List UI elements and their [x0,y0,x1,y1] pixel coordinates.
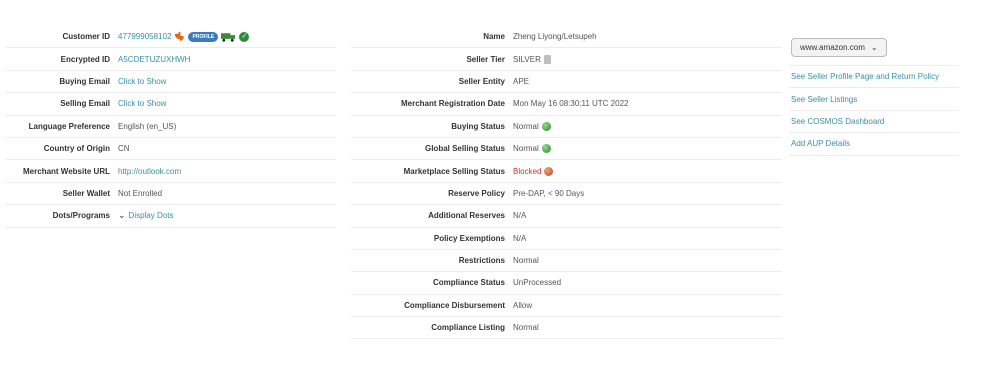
policy-exemptions-value: N/A [513,233,527,243]
actions-panel: www.amazon.com ⌄ See Seller Profile Page… [789,26,959,156]
reserve-policy-value: Pre-DAP, < 90 Days [513,188,585,198]
compliance-listing-value: Normal [513,323,539,333]
restrictions-value: Normal [513,256,539,266]
status-ok-icon [541,144,551,154]
silver-medal-icon [543,54,551,64]
seller-tier-label: Seller Tier [466,54,505,64]
additional-reserves-value: N/A [513,211,527,221]
country-of-origin-label: Country of Origin [43,144,110,154]
restrictions-label: Restrictions [458,256,505,266]
chevron-down-icon[interactable]: ⌄ [118,210,126,221]
registration-date-row: Merchant Registration Date Mon May 16 08… [351,93,782,116]
buying-email-label: Buying Email [59,76,110,86]
customer-info-panel: Customer ID 477999058102 PROFILE ✓ Encry… [6,26,336,228]
add-aup-details-link[interactable]: Add AUP Details [789,133,959,156]
compliance-listing-row: Compliance Listing Normal [351,317,782,340]
buying-email-show-link[interactable]: Click to Show [118,77,166,86]
policy-exemptions-row: Policy Exemptions N/A [351,228,782,250]
global-selling-status-row: Global Selling Status Normal [351,138,782,161]
reserve-policy-label: Reserve Policy [448,188,505,198]
compliance-status-value: UnProcessed [513,278,562,288]
seller-entity-label: Seller Entity [458,76,505,86]
encrypted-id-row: Encrypted ID A5CDETUZUXHWH [6,48,336,71]
marketplace-selling-status-row: Marketplace Selling Status Blocked [351,160,782,183]
restrictions-row: Restrictions Normal [351,250,782,273]
seller-status-panel: Name Zheng Liyong/Letsupeh Seller Tier S… [351,26,782,340]
compliance-listing-label: Compliance Listing [431,323,505,333]
buying-status-row: Buying Status Normal [351,116,782,138]
registration-date-label: Merchant Registration Date [400,99,505,109]
customer-id-row: Customer ID 477999058102 PROFILE ✓ [6,26,336,49]
marketplace-select-container: www.amazon.com ⌄ [789,26,959,66]
dots-programs-row: Dots/Programs ⌄ Display Dots [6,205,336,228]
reserve-policy-row: Reserve Policy Pre-DAP, < 90 Days [351,183,782,206]
chevron-down-icon: ⌄ [870,43,878,52]
compliance-status-label: Compliance Status [432,278,505,288]
name-row: Name Zheng Liyong/Letsupeh [351,26,782,49]
country-of-origin-row: Country of Origin CN [6,138,336,161]
buying-email-row: Buying Email Click to Show [6,71,336,94]
seller-listings-link[interactable]: See Seller Listings [789,88,959,111]
texas-icon [175,32,185,42]
language-preference-label: Language Preference [28,121,110,131]
buying-status-value: Normal [513,121,539,131]
seller-tier-row: Seller Tier SILVER [351,48,782,71]
seller-profile-link[interactable]: See Seller Profile Page and Return Polic… [789,66,959,89]
selling-email-show-link[interactable]: Click to Show [118,99,166,108]
language-preference-value: English (en_US) [118,121,177,131]
check-circle-icon: ✓ [239,31,250,42]
merchant-website-link[interactable]: http://outlook.com [118,167,181,176]
policy-exemptions-label: Policy Exemptions [433,233,505,243]
name-value: Zheng Liyong/Letsupeh [513,32,597,42]
selling-email-row: Selling Email Click to Show [6,93,336,116]
compliance-status-row: Compliance Status UnProcessed [351,272,782,295]
profile-badge-icon[interactable]: PROFILE [188,31,219,42]
customer-id-label: Customer ID [62,32,110,42]
dots-programs-label: Dots/Programs [52,211,110,221]
display-dots-link[interactable]: Display Dots [129,211,174,220]
name-label: Name [483,32,505,42]
additional-reserves-label: Additional Reserves [428,211,505,221]
registration-date-value: Mon May 16 08:30:11 UTC 2022 [513,99,629,109]
seller-entity-value: APE [513,76,530,86]
marketplace-select[interactable]: www.amazon.com ⌄ [791,38,887,57]
customer-id-link[interactable]: 477999058102 [118,32,171,41]
global-selling-status-label: Global Selling Status [424,144,505,154]
language-preference-row: Language Preference English (en_US) [6,116,336,138]
compliance-disbursement-label: Compliance Disbursement [404,300,505,310]
selling-email-label: Selling Email [60,99,110,109]
merchant-website-label: Merchant Website URL [23,166,110,176]
global-selling-status-value: Normal [513,144,539,154]
marketplace-select-value: www.amazon.com [800,43,865,52]
additional-reserves-row: Additional Reserves N/A [351,205,782,228]
cosmos-dashboard-link[interactable]: See COSMOS Dashboard [789,111,959,134]
marketplace-selling-status-value: Blocked [513,166,542,176]
seller-entity-row: Seller Entity APE [351,71,782,94]
seller-wallet-value: Not Enrolled [118,188,163,198]
compliance-disbursement-value: Allow [513,300,533,310]
seller-wallet-row: Seller Wallet Not Enrolled [6,183,336,206]
merchant-website-row: Merchant Website URL http://outlook.com [6,160,336,183]
encrypted-id-link[interactable]: A5CDETUZUXHWH [118,55,190,64]
status-ok-icon [541,121,551,131]
seller-wallet-label: Seller Wallet [62,188,110,198]
status-blocked-icon [544,166,554,176]
compliance-disbursement-row: Compliance Disbursement Allow [351,295,782,318]
encrypted-id-label: Encrypted ID [60,54,110,64]
seller-tier-value: SILVER [513,54,541,64]
buying-status-label: Buying Status [451,121,505,131]
truck-icon [221,32,236,42]
country-of-origin-value: CN [118,144,130,154]
marketplace-selling-status-label: Marketplace Selling Status [403,166,505,176]
